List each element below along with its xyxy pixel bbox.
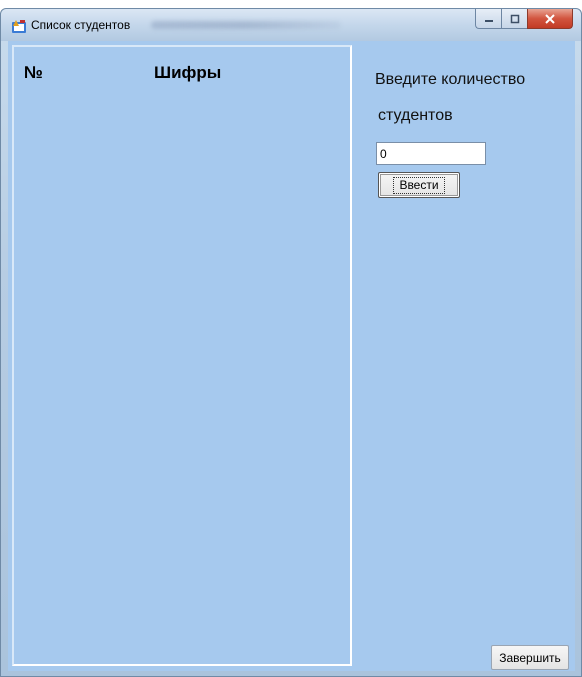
maximize-icon	[510, 14, 519, 23]
student-count-input[interactable]	[376, 142, 486, 165]
prompt-label-line2: студентов	[378, 107, 453, 124]
enter-button[interactable]: Ввести	[378, 172, 460, 198]
minimize-icon	[484, 19, 493, 22]
column-header-number: №	[24, 63, 43, 82]
maximize-button[interactable]	[501, 9, 527, 29]
client-area: № Шифры Введите количество студентов Вве…	[8, 41, 575, 671]
prompt-label-line1: Введите количество	[375, 71, 526, 88]
title-blur	[151, 21, 341, 29]
close-button[interactable]	[527, 9, 573, 29]
column-header-codes: Шифры	[154, 63, 222, 82]
window-controls	[475, 9, 573, 31]
title-bar[interactable]: Список студентов	[1, 9, 581, 41]
app-window: Список студентов № Шифры Введите количес…	[0, 8, 582, 677]
close-icon	[545, 13, 555, 24]
form-app-icon	[12, 20, 26, 33]
students-list-panel[interactable]: № Шифры	[12, 45, 352, 666]
minimize-button[interactable]	[475, 9, 501, 29]
enter-button-label: Ввести	[393, 176, 445, 194]
window-title: Список студентов	[31, 18, 131, 32]
finish-button[interactable]: Завершить	[491, 645, 569, 670]
